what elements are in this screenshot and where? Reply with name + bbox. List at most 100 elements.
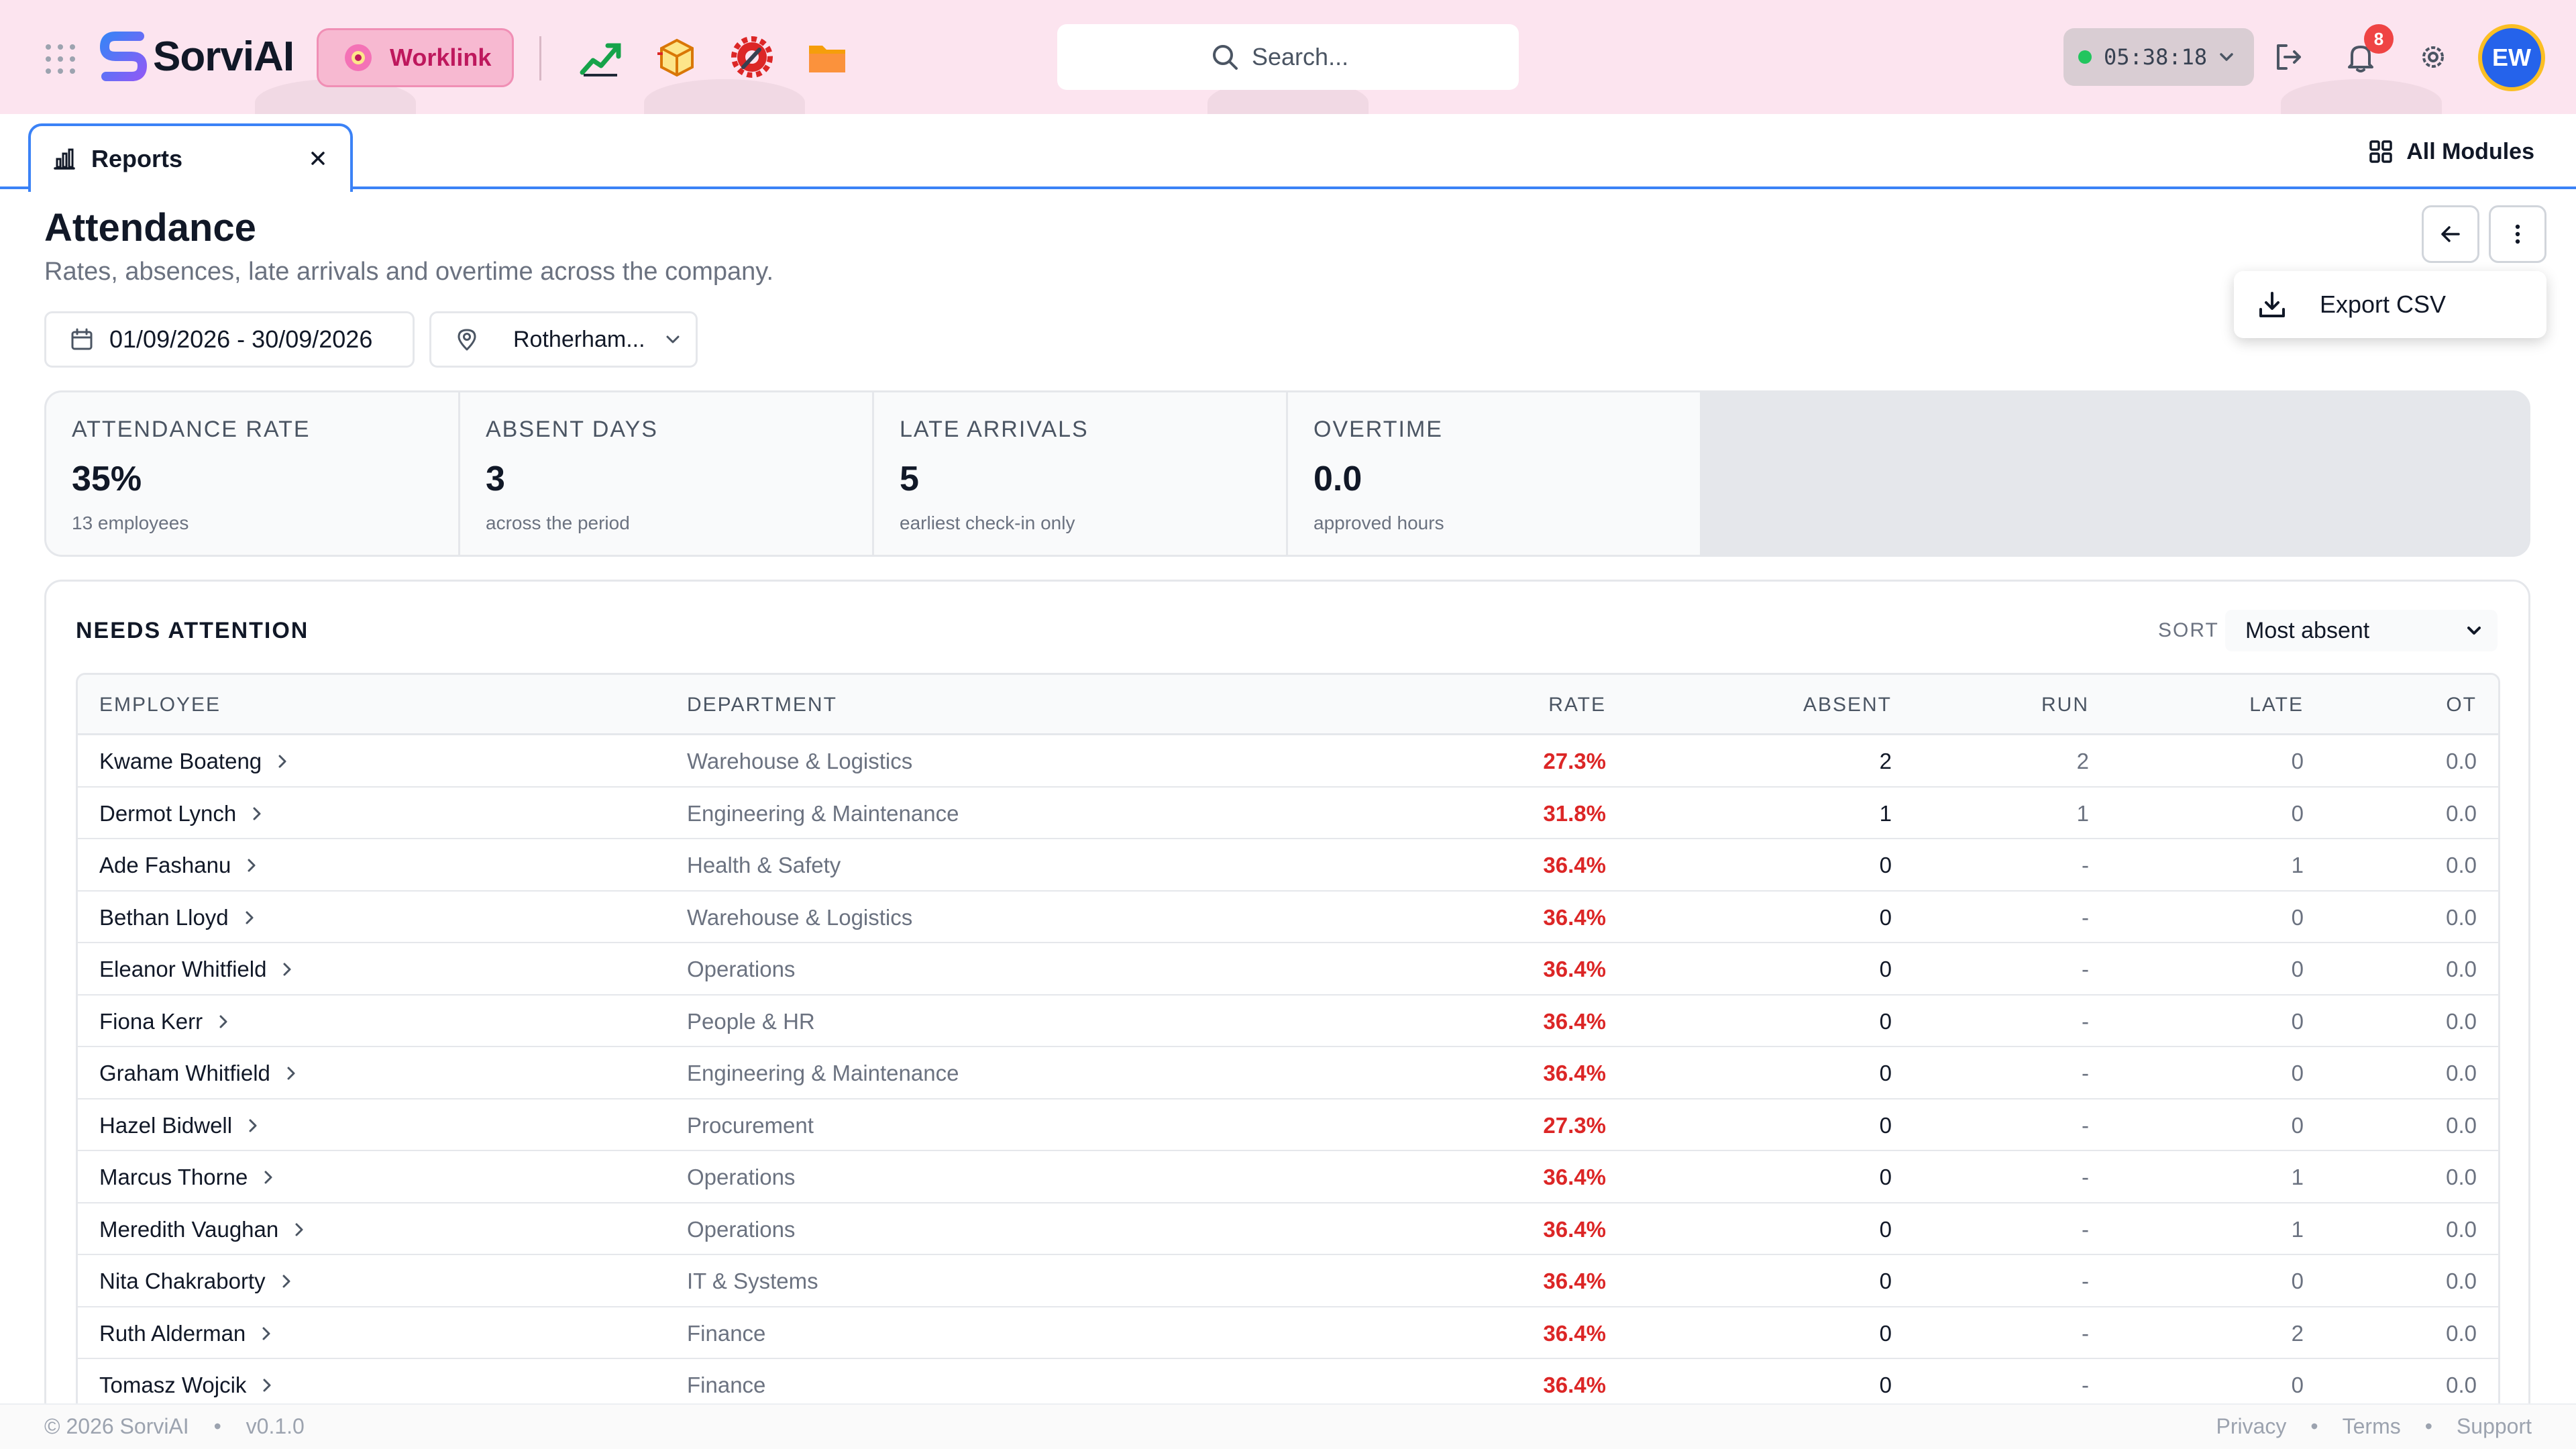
date-range-picker[interactable]: 01/09/2026 - 30/09/2026 — [44, 311, 415, 368]
overtime-cell: 0.0 — [2446, 800, 2477, 826]
overtime-cell: 0.0 — [2446, 1165, 2477, 1189]
employee-name-link[interactable]: Graham Whitfield — [99, 1061, 300, 1086]
divider — [539, 36, 541, 80]
rate-cell: 36.4% — [1543, 1373, 1606, 1397]
employee-name-link[interactable]: Nita Chakraborty — [99, 1269, 295, 1294]
app-launcher-icon[interactable] — [46, 44, 75, 74]
absent-cell: 2 — [1879, 749, 1892, 773]
rate-cell: 36.4% — [1543, 1216, 1606, 1242]
logout-icon[interactable] — [2271, 40, 2305, 74]
table-row[interactable]: Graham Whitfield Engineering & Maintenanc… — [78, 1047, 2498, 1099]
export-csv-menu-item[interactable]: Export CSV — [2234, 271, 2546, 338]
logo-icon — [99, 32, 148, 81]
date-range-value: 01/09/2026 - 30/09/2026 — [109, 325, 373, 353]
table-row[interactable]: Fiona Kerr People & HR 36.4% 0 - 0 0.0 — [78, 996, 2498, 1047]
overtime-cell: 0.0 — [2446, 1269, 2477, 1293]
employee-name: Hazel Bidwell — [99, 1112, 233, 1138]
run-cell: - — [2082, 1112, 2089, 1138]
bar-chart-icon — [54, 148, 75, 170]
arrow-left-icon — [2441, 226, 2460, 242]
absent-cell: 0 — [1879, 1165, 1892, 1189]
absent-cell: 0 — [1879, 853, 1892, 877]
late-cell: 0 — [2291, 957, 2304, 981]
column-header-rate[interactable]: RATE — [1548, 694, 1606, 716]
footer-separator: • — [2310, 1414, 2318, 1438]
time-tracker-button[interactable]: 05:38:18 — [2063, 28, 2254, 86]
employee-name-link[interactable]: Hazel Bidwell — [99, 1113, 262, 1138]
employee-name-link[interactable]: Kwame Boateng — [99, 749, 291, 774]
needs-attention-panel: NEEDS ATTENTION SORT Most absent EMPLOYE… — [44, 580, 2530, 1449]
table-row[interactable]: Ruth Alderman Finance 36.4% 0 - 2 0.0 — [78, 1307, 2498, 1359]
sort-select[interactable]: Most absent — [2225, 610, 2498, 651]
page-subtitle: Rates, absences, late arrivals and overt… — [44, 258, 774, 286]
employee-name-link[interactable]: Ade Fashanu — [99, 853, 260, 878]
more-options-button[interactable] — [2489, 205, 2546, 263]
folder-icon[interactable] — [805, 35, 849, 79]
employee-name: Kwame Boateng — [99, 749, 262, 773]
employee-name-link[interactable]: Ruth Alderman — [99, 1321, 275, 1346]
late-cell: 0 — [2291, 1112, 2304, 1138]
footer-link-privacy[interactable]: Privacy — [2216, 1414, 2287, 1439]
kpi-value: 0.0 — [1313, 460, 1362, 498]
employee-name-link[interactable]: Bethan Lloyd — [99, 905, 258, 930]
column-header-department[interactable]: DEPARTMENT — [687, 694, 837, 716]
footer-links: Privacy • Terms • Support — [2216, 1414, 2532, 1439]
employee-name-link[interactable]: Marcus Thorne — [99, 1165, 277, 1190]
late-cell: 0 — [2291, 1373, 2304, 1397]
column-header-employee[interactable]: EMPLOYEE — [99, 694, 221, 716]
footer-link-support[interactable]: Support — [2457, 1414, 2532, 1439]
all-modules-button[interactable]: All Modules — [2367, 138, 2534, 165]
late-cell: 0 — [2291, 904, 2304, 930]
settings-gear-icon[interactable] — [2416, 40, 2450, 74]
version-text: v0.1.0 — [246, 1414, 305, 1438]
absent-cell: 0 — [1879, 1216, 1892, 1242]
table-row[interactable]: Ade Fashanu Health & Safety 36.4% 0 - 1 0.0 — [78, 839, 2498, 892]
workspace-label: Worklink — [390, 44, 492, 71]
department-cell: Procurement — [687, 1112, 814, 1138]
table-row[interactable]: Bethan Lloyd Warehouse & Logistics 36.4% 0 -… — [78, 892, 2498, 943]
table-row[interactable]: Hazel Bidwell Procurement 27.3% 0 - 0 0.0 — [78, 1099, 2498, 1151]
workspace-switcher-button[interactable]: Worklink — [317, 28, 514, 87]
location-select[interactable]: Rotherham... — [429, 311, 698, 368]
column-header-late[interactable]: LATE — [2249, 694, 2304, 716]
chevron-right-icon — [249, 1119, 257, 1132]
overtime-cell: 0.0 — [2446, 1061, 2477, 1085]
search-bar[interactable] — [1057, 24, 1519, 90]
column-header-ot[interactable]: OT — [2446, 694, 2477, 716]
back-button[interactable] — [2422, 205, 2479, 263]
department-cell: Operations — [687, 957, 796, 981]
employee-name-link[interactable]: Dermot Lynch — [99, 801, 266, 826]
footer-link-terms[interactable]: Terms — [2343, 1414, 2401, 1439]
kpi-label: ABSENT DAYS — [486, 417, 658, 442]
table-row[interactable]: Kwame Boateng Warehouse & Logistics 27.3% 2… — [78, 735, 2498, 788]
table-row[interactable]: Dermot Lynch Engineering & Maintenance 31.… — [78, 788, 2498, 839]
search-input[interactable] — [1252, 43, 1366, 71]
late-cell: 0 — [2291, 800, 2304, 826]
package-icon[interactable] — [655, 35, 699, 79]
employee-name-link[interactable]: Meredith Vaughan — [99, 1217, 308, 1242]
user-avatar[interactable]: EW — [2478, 24, 2545, 91]
employee-name-link[interactable]: Fiona Kerr — [99, 1009, 232, 1034]
column-header-run[interactable]: RUN — [2041, 694, 2089, 716]
run-cell: - — [2082, 1320, 2089, 1346]
employee-name: Fiona Kerr — [99, 1008, 203, 1034]
app-logo[interactable]: SorviAI — [99, 31, 294, 82]
table-row[interactable]: Meredith Vaughan Operations 36.4% 0 - 1 0.0 — [78, 1203, 2498, 1255]
overtime-cell: 0.0 — [2446, 1008, 2477, 1034]
overtime-cell: 0.0 — [2446, 749, 2477, 773]
chevron-right-icon — [262, 1327, 270, 1340]
kpi-label: ATTENDANCE RATE — [72, 417, 311, 442]
employee-name-link[interactable]: Tomasz Wojcik — [99, 1373, 276, 1398]
close-icon[interactable] — [306, 146, 330, 170]
tab-reports[interactable]: Reports — [28, 123, 353, 192]
table-row[interactable]: Nita Chakraborty IT & Systems 36.4% 0 - 0 0.0 — [78, 1255, 2498, 1307]
chart-trend-icon[interactable] — [578, 35, 623, 79]
table-row[interactable]: Eleanor Whitfield Operations 36.4% 0 - 0 0.0 — [78, 943, 2498, 996]
footer-separator: • — [2424, 1414, 2432, 1438]
employee-name-link[interactable]: Eleanor Whitfield — [99, 957, 296, 982]
column-header-absent[interactable]: ABSENT — [1803, 694, 1892, 716]
employee-name: Bethan Lloyd — [99, 904, 229, 930]
chevron-down-icon — [2467, 627, 2481, 635]
table-row[interactable]: Marcus Thorne Operations 36.4% 0 - 1 0.0 — [78, 1151, 2498, 1203]
gear-wrench-icon[interactable] — [730, 35, 774, 79]
